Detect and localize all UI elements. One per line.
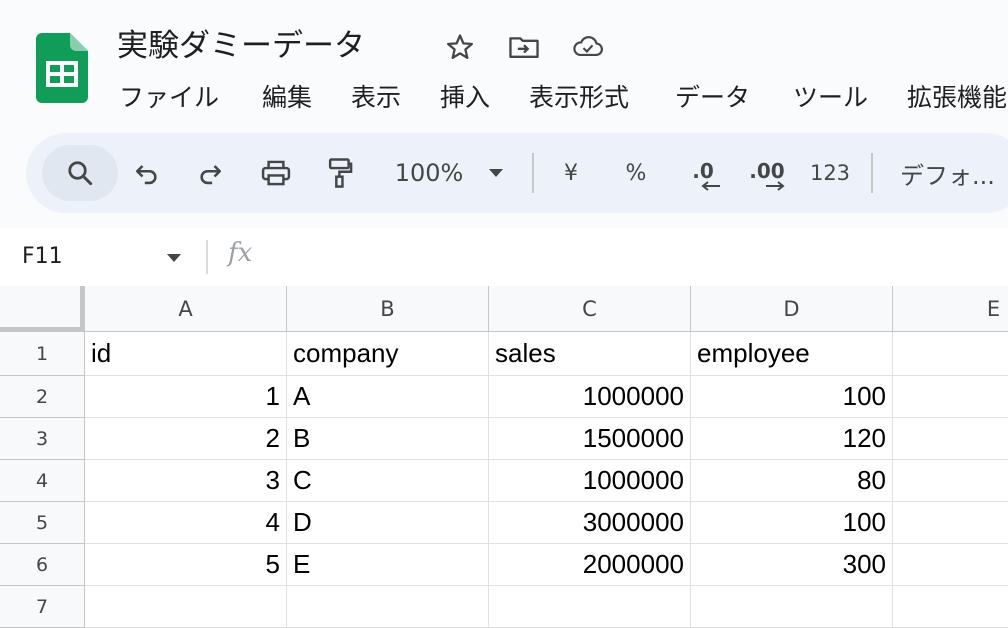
cell-b6[interactable]: E <box>287 544 489 586</box>
cell-e6[interactable] <box>893 544 1008 586</box>
menu-bar: ファイル 編集 表示 挿入 表示形式 データ ツール 拡張機能 <box>0 78 1008 118</box>
menu-extensions[interactable]: 拡張機能 <box>907 78 1007 118</box>
cell-a7[interactable] <box>85 586 287 628</box>
currency-format-button[interactable]: ¥ <box>553 133 589 213</box>
cell-b4[interactable]: C <box>287 460 489 502</box>
cell-d2[interactable]: 100 <box>691 376 893 418</box>
column-header-b[interactable]: B <box>287 286 489 332</box>
cell-a1[interactable]: id <box>85 332 287 376</box>
paint-format-icon[interactable] <box>316 133 364 213</box>
zoom-select[interactable]: 100% <box>383 133 475 213</box>
toolbar-divider <box>532 153 534 193</box>
column-header-a[interactable]: A <box>85 286 287 332</box>
cell-d4[interactable]: 80 <box>691 460 893 502</box>
menu-insert[interactable]: 挿入 <box>440 78 490 118</box>
cell-c5[interactable]: 3000000 <box>489 502 691 544</box>
name-box[interactable]: F11 <box>22 228 63 286</box>
cell-b7[interactable] <box>287 586 489 628</box>
cell-c4[interactable]: 1000000 <box>489 460 691 502</box>
cell-c6[interactable]: 2000000 <box>489 544 691 586</box>
select-all-corner[interactable] <box>0 286 85 332</box>
cell-c7[interactable] <box>489 586 691 628</box>
star-icon[interactable] <box>443 30 477 64</box>
row-header-2[interactable]: 2 <box>0 376 85 418</box>
zoom-dropdown-icon[interactable] <box>482 133 510 213</box>
cell-a4[interactable]: 3 <box>85 460 287 502</box>
toolbar-divider <box>871 153 873 193</box>
cell-d3[interactable]: 120 <box>691 418 893 460</box>
menu-tools[interactable]: ツール <box>793 78 868 118</box>
toolbar: 100% ¥ % .0 .00 123 デフォ... <box>26 133 1008 213</box>
row-header-4[interactable]: 4 <box>0 460 85 502</box>
document-title[interactable]: 実験ダミーデータ <box>117 26 365 66</box>
more-formats-button[interactable]: 123 <box>806 133 854 213</box>
menu-format[interactable]: 表示形式 <box>529 78 629 118</box>
undo-icon[interactable] <box>122 133 170 213</box>
cell-b5[interactable]: D <box>287 502 489 544</box>
cell-e1[interactable] <box>893 332 1008 376</box>
menu-file[interactable]: ファイル <box>119 78 219 118</box>
cell-a3[interactable]: 2 <box>85 418 287 460</box>
print-icon[interactable] <box>252 133 300 213</box>
cell-e3[interactable] <box>893 418 1008 460</box>
menu-edit[interactable]: 編集 <box>262 78 312 118</box>
formula-bar: F11 fx <box>0 228 1008 286</box>
row-header-7[interactable]: 7 <box>0 586 85 628</box>
row-header-5[interactable]: 5 <box>0 502 85 544</box>
move-to-folder-icon[interactable] <box>507 30 541 64</box>
font-name: デフォ... <box>900 161 995 190</box>
column-header-c[interactable]: C <box>489 286 691 332</box>
cell-e5[interactable] <box>893 502 1008 544</box>
cell-a6[interactable]: 5 <box>85 544 287 586</box>
row-header-3[interactable]: 3 <box>0 418 85 460</box>
menu-view[interactable]: 表示 <box>351 78 401 118</box>
name-box-dropdown-icon[interactable] <box>164 248 184 268</box>
app-header: 実験ダミーデータ ファイル 編集 表示 挿入 表示形式 データ ツール 拡張機能 <box>0 0 1008 125</box>
cell-d5[interactable]: 100 <box>691 502 893 544</box>
cell-e7[interactable] <box>893 586 1008 628</box>
font-select[interactable]: デフォ... <box>900 133 1008 213</box>
cell-c2[interactable]: 1000000 <box>489 376 691 418</box>
cell-a2[interactable]: 1 <box>85 376 287 418</box>
column-header-e[interactable]: E <box>893 286 1008 332</box>
cell-d1[interactable]: employee <box>691 332 893 376</box>
cell-e2[interactable] <box>893 376 1008 418</box>
cell-b1[interactable]: company <box>287 332 489 376</box>
spreadsheet-grid: A B C D E 1 2 3 4 5 6 7 id company sales… <box>0 286 1008 628</box>
cloud-saved-icon[interactable] <box>571 30 605 64</box>
cell-c1[interactable]: sales <box>489 332 691 376</box>
cell-d6[interactable]: 300 <box>691 544 893 586</box>
arrow-right-icon <box>766 181 785 191</box>
arrow-left-icon <box>701 181 720 191</box>
redo-icon[interactable] <box>187 133 235 213</box>
increase-decimal-button[interactable]: .00 <box>742 133 792 213</box>
column-header-d[interactable]: D <box>691 286 893 332</box>
decrease-decimal-button[interactable]: .0 <box>678 133 728 213</box>
cell-a5[interactable]: 4 <box>85 502 287 544</box>
menu-data[interactable]: データ <box>675 78 750 118</box>
cell-b3[interactable]: B <box>287 418 489 460</box>
fx-icon: fx <box>228 238 253 268</box>
cell-b2[interactable]: A <box>287 376 489 418</box>
row-header-6[interactable]: 6 <box>0 544 85 586</box>
formula-bar-divider <box>206 240 208 274</box>
zoom-value: 100% <box>394 159 464 187</box>
cell-e4[interactable] <box>893 460 1008 502</box>
cell-d7[interactable] <box>691 586 893 628</box>
cell-c3[interactable]: 1500000 <box>489 418 691 460</box>
percent-format-button[interactable]: % <box>618 133 654 213</box>
row-header-1[interactable]: 1 <box>0 332 85 376</box>
search-icon[interactable] <box>52 133 108 213</box>
